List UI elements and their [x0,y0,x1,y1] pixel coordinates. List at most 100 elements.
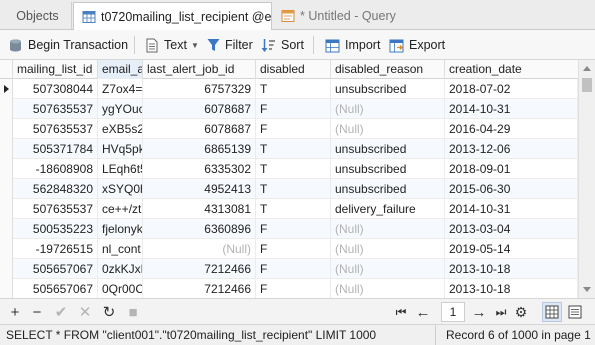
table-row[interactable]: 505371784 HVq5pk 6865139 Tunsubscribed 2013-… [0,139,578,159]
table-cell-last-alert-job-id[interactable]: 7212466 [143,279,256,298]
table-cell-disabled[interactable]: T [256,139,331,159]
table-row[interactable]: 500535223 fjelonyk 6360896 F (Null) 2013-03-0… [0,219,578,239]
next-page-icon[interactable]: → [470,303,488,321]
tab-table-data[interactable]: t0720mailing_list_recipient @e... [73,2,272,30]
table-row[interactable]: 507308044 Z7ox4= 6757329 Tunsubscribed 2018-… [0,79,578,99]
table-cell-mailing-list-id[interactable]: 507635537 [13,119,98,139]
table-cell-disabled[interactable]: F [256,239,331,259]
table-cell-mailing-list-id[interactable]: 507308044 [13,79,98,99]
table-cell-creation-date[interactable]: 2013-12-06 [445,139,578,159]
table-cell-mailing-list-id[interactable]: 500535223 [13,219,98,239]
apply-changes-icon[interactable]: ✔ [52,303,70,321]
row-selector[interactable] [0,159,13,179]
table-cell-email[interactable]: Z7ox4= [98,79,143,99]
column-header[interactable]: creation_date [445,60,578,79]
table-cell-email[interactable]: LEqh6t5 [98,159,143,179]
table-cell-mailing-list-id[interactable]: 507635537 [13,199,98,219]
row-selector[interactable] [0,239,13,259]
grid-view-button[interactable] [542,302,562,322]
table-cell-creation-date[interactable]: 2014-10-31 [445,99,578,119]
filter-button[interactable]: Filter [207,36,253,54]
row-selector[interactable] [0,79,13,99]
table-cell-email[interactable]: 0Qr00C [98,279,143,298]
row-selector[interactable] [0,259,13,279]
table-row[interactable]: 505657067 0zkKJxL 7212466 F (Null) 2013-10-18 [0,259,578,279]
table-cell-mailing-list-id[interactable]: -18608908 [13,159,98,179]
table-cell-creation-date[interactable]: 2018-07-02 [445,79,578,99]
table-cell-last-alert-job-id[interactable]: 6757329 [143,79,256,99]
table-cell-last-alert-job-id[interactable]: 6865139 [143,139,256,159]
row-selector[interactable] [0,99,13,119]
table-cell-disabled[interactable]: F [256,259,331,279]
table-cell-creation-date[interactable]: 2019-05-14 [445,239,578,259]
delete-record-icon[interactable]: − [28,303,46,321]
refresh-icon[interactable]: ↻ [100,303,118,321]
column-header[interactable]: email_a [98,60,143,79]
last-page-icon[interactable]: ⏭ [492,303,510,321]
table-row[interactable]: 507635537 ygYOuc 6078687 F (Null) 2014-10-31 [0,99,578,119]
table-cell-last-alert-job-id[interactable]: 6360896 [143,219,256,239]
table-cell-email[interactable]: ce++/zt [98,199,143,219]
table-cell-disabled[interactable]: T [256,159,331,179]
table-cell-disabled-reason[interactable]: unsubscribed [331,159,445,179]
table-cell-last-alert-job-id[interactable]: 4313081 [143,199,256,219]
table-cell-last-alert-job-id[interactable]: (Null) [143,239,256,259]
table-cell-email[interactable]: nl_cont [98,239,143,259]
table-cell-email[interactable]: HVq5pk [98,139,143,159]
form-view-button[interactable] [565,302,585,322]
table-cell-email[interactable]: 0zkKJxL [98,259,143,279]
table-cell-disabled[interactable]: F [256,219,331,239]
table-cell-last-alert-job-id[interactable]: 6078687 [143,99,256,119]
table-cell-mailing-list-id[interactable]: 505371784 [13,139,98,159]
scroll-thumb[interactable] [582,78,592,92]
table-cell-disabled[interactable]: F [256,119,331,139]
column-header[interactable]: disabled [256,60,331,79]
row-selector[interactable] [0,219,13,239]
table-cell-email[interactable]: fjelonyk [98,219,143,239]
table-cell-mailing-list-id[interactable]: 562848320 [13,179,98,199]
table-cell-email[interactable]: xSYQ0h [98,179,143,199]
row-selector[interactable] [0,139,13,159]
export-button[interactable]: Export [389,36,445,54]
table-cell-mailing-list-id[interactable]: -19726515 [13,239,98,259]
table-cell-disabled[interactable]: T [256,199,331,219]
table-row[interactable]: 507635537 ce++/zt 4313081 Tdelivery_failure… [0,199,578,219]
table-cell-email[interactable]: ygYOuc [98,99,143,119]
row-selector[interactable] [0,179,13,199]
page-number-field[interactable]: 1 [441,302,465,322]
table-cell-disabled-reason[interactable]: delivery_failure [331,199,445,219]
table-cell-disabled-reason[interactable]: unsubscribed [331,139,445,159]
table-cell-creation-date[interactable]: 2013-10-18 [445,279,578,298]
tab-objects[interactable]: Objects [4,2,72,29]
table-row[interactable]: -19726515 nl_cont (Null) F (Null) 2019-05-14 [0,239,578,259]
table-cell-mailing-list-id[interactable]: 507635537 [13,99,98,119]
table-cell-creation-date[interactable]: 2013-10-18 [445,259,578,279]
table-cell-last-alert-job-id[interactable]: 6078687 [143,119,256,139]
previous-page-icon[interactable]: ← [414,303,432,321]
sort-button[interactable]: Sort [261,36,304,54]
table-cell-creation-date[interactable]: 2016-04-29 [445,119,578,139]
row-selector[interactable] [0,279,13,298]
table-cell-mailing-list-id[interactable]: 505657067 [13,259,98,279]
begin-transaction-button[interactable]: Begin Transaction [8,36,128,54]
table-row[interactable]: 562848320 xSYQ0h 4952413 Tunsubscribed 2015-… [0,179,578,199]
scroll-down-icon[interactable] [583,287,591,292]
table-cell-disabled[interactable]: F [256,99,331,119]
text-button[interactable]: Text ▼ [145,36,199,54]
import-button[interactable]: Import [325,36,380,54]
table-row[interactable]: 507635537 eXB5s2j 6078687 F (Null) 2016-04-29 [0,119,578,139]
table-cell-disabled-reason[interactable]: unsubscribed [331,179,445,199]
table-row[interactable]: -18608908 LEqh6t5 6335302 Tunsubscribed 2018… [0,159,578,179]
table-cell-creation-date[interactable]: 2014-10-31 [445,199,578,219]
settings-gear-icon[interactable]: ⚙ [512,303,530,321]
table-cell-mailing-list-id[interactable]: 505657067 [13,279,98,298]
column-header[interactable]: mailing_list_id [13,60,98,79]
column-header[interactable]: last_alert_job_id [143,60,256,79]
row-selector[interactable] [0,199,13,219]
table-cell-disabled-reason[interactable]: (Null) [331,239,445,259]
table-cell-disabled-reason[interactable]: unsubscribed [331,79,445,99]
row-selector[interactable] [0,119,13,139]
table-cell-last-alert-job-id[interactable]: 7212466 [143,259,256,279]
table-row[interactable]: 505657067 0Qr00C 7212466 F (Null) 2013-10-18 [0,279,578,298]
table-cell-last-alert-job-id[interactable]: 6335302 [143,159,256,179]
